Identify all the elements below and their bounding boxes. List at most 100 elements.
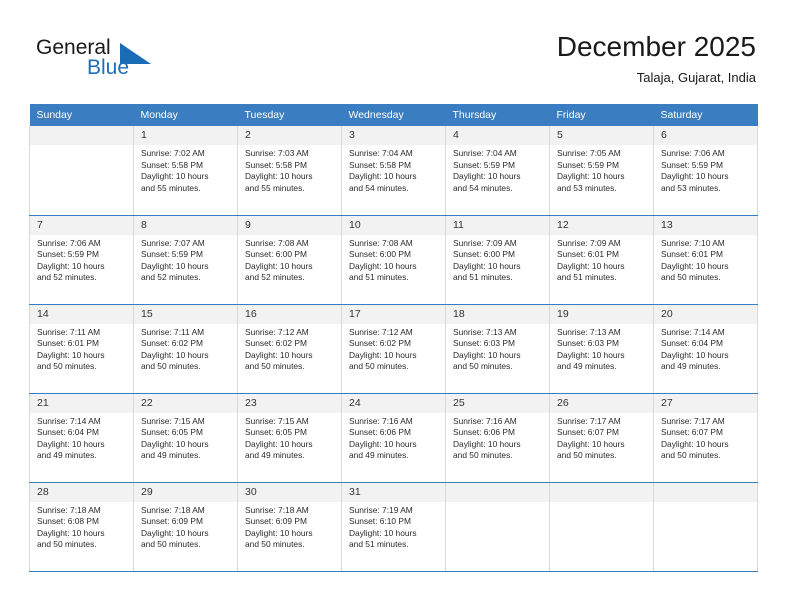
sunset-text: Sunset: 6:02 PM (141, 338, 203, 349)
day-details: Sunrise: 7:02 AM Sunset: 5:58 PM Daylight:… (134, 145, 237, 194)
calendar-day-cell[interactable]: 29 Sunrise: 7:18 AM Sunset: 6:09 PM Dayligh… (133, 482, 238, 572)
daylight-text: and 49 minutes. (37, 450, 97, 461)
calendar-day-cell[interactable]: 4 Sunrise: 7:04 AM Sunset: 5:59 PM Daylight… (445, 126, 550, 216)
calendar-day-cell[interactable]: 5 Sunrise: 7:05 AM Sunset: 5:59 PM Daylight… (549, 126, 654, 216)
calendar-day-cell[interactable]: 25 Sunrise: 7:16 AM Sunset: 6:06 PM Dayligh… (445, 393, 550, 483)
sunrise-text: Sunrise: 7:09 AM (557, 237, 621, 248)
calendar-day-cell[interactable]: 8 Sunrise: 7:07 AM Sunset: 5:59 PM Daylight… (133, 215, 238, 305)
sunset-text: Sunset: 6:00 PM (349, 249, 411, 260)
day-details: Sunrise: 7:08 AM Sunset: 6:00 PM Daylight:… (238, 235, 341, 284)
day-details: Sunrise: 7:14 AM Sunset: 6:04 PM Daylight:… (654, 324, 757, 373)
calendar-day-cell[interactable]: 27 Sunrise: 7:17 AM Sunset: 6:07 PM Dayligh… (653, 393, 758, 483)
daylight-text: Daylight: 10 hours (37, 527, 105, 538)
sunrise-text: Sunrise: 7:08 AM (245, 237, 309, 248)
calendar-week-row: 14 Sunrise: 7:11 AM Sunset: 6:01 PM Dayligh… (29, 304, 758, 394)
calendar-day-cell[interactable]: 30 Sunrise: 7:18 AM Sunset: 6:09 PM Dayligh… (237, 482, 342, 572)
day-number: 22 (134, 393, 237, 413)
calendar-day-cell[interactable]: 19 Sunrise: 7:13 AM Sunset: 6:03 PM Dayligh… (549, 304, 654, 394)
day-details: Sunrise: 7:12 AM Sunset: 6:02 PM Daylight:… (238, 324, 341, 373)
daylight-text: and 50 minutes. (141, 539, 201, 550)
sunrise-text: Sunrise: 7:08 AM (349, 237, 413, 248)
daylight-text: and 51 minutes. (557, 272, 617, 283)
calendar-day-cell-empty (29, 126, 134, 216)
calendar-day-cell[interactable]: 7 Sunrise: 7:06 AM Sunset: 5:59 PM Daylight… (29, 215, 134, 305)
calendar-day-cell[interactable]: 15 Sunrise: 7:11 AM Sunset: 6:02 PM Dayligh… (133, 304, 238, 394)
calendar-day-cell[interactable]: 9 Sunrise: 7:08 AM Sunset: 6:00 PM Daylight… (237, 215, 342, 305)
calendar-day-cell[interactable]: 3 Sunrise: 7:04 AM Sunset: 5:58 PM Daylight… (341, 126, 446, 216)
calendar-day-cell[interactable]: 1 Sunrise: 7:02 AM Sunset: 5:58 PM Daylight… (133, 126, 238, 216)
calendar-day-cell[interactable]: 28 Sunrise: 7:18 AM Sunset: 6:08 PM Dayligh… (29, 482, 134, 572)
daylight-text: Daylight: 10 hours (453, 171, 521, 182)
day-details: Sunrise: 7:04 AM Sunset: 5:59 PM Daylight:… (446, 145, 549, 194)
calendar-week-row: 28 Sunrise: 7:18 AM Sunset: 6:08 PM Dayligh… (29, 482, 758, 572)
sunset-text: Sunset: 6:07 PM (661, 427, 723, 438)
calendar-day-cell[interactable]: 23 Sunrise: 7:15 AM Sunset: 6:05 PM Dayligh… (237, 393, 342, 483)
sunset-text: Sunset: 6:06 PM (349, 427, 411, 438)
sunrise-text: Sunrise: 7:17 AM (557, 415, 621, 426)
daylight-text: and 50 minutes. (661, 450, 721, 461)
calendar-day-cell[interactable]: 31 Sunrise: 7:19 AM Sunset: 6:10 PM Dayligh… (341, 482, 446, 572)
sunset-text: Sunset: 5:59 PM (37, 249, 99, 260)
sunset-text: Sunset: 5:59 PM (661, 159, 723, 170)
daylight-text: and 50 minutes. (245, 539, 305, 550)
sunrise-text: Sunrise: 7:04 AM (453, 148, 517, 158)
day-details: Sunrise: 7:14 AM Sunset: 6:04 PM Daylight:… (30, 413, 133, 462)
calendar-day-cell[interactable]: 13 Sunrise: 7:10 AM Sunset: 6:01 PM Dayligh… (653, 215, 758, 305)
day-number: 31 (342, 482, 445, 502)
day-details: Sunrise: 7:15 AM Sunset: 6:05 PM Daylight:… (134, 413, 237, 462)
sunset-text: Sunset: 6:02 PM (349, 338, 411, 349)
sunrise-text: Sunrise: 7:16 AM (349, 415, 413, 426)
calendar-day-cell[interactable]: 21 Sunrise: 7:14 AM Sunset: 6:04 PM Dayligh… (29, 393, 134, 483)
calendar-day-cell[interactable]: 2 Sunrise: 7:03 AM Sunset: 5:58 PM Daylight… (237, 126, 342, 216)
sunset-text: Sunset: 5:59 PM (453, 159, 515, 170)
daylight-text: Daylight: 10 hours (661, 349, 729, 360)
calendar-day-cell[interactable]: 22 Sunrise: 7:15 AM Sunset: 6:05 PM Dayligh… (133, 393, 238, 483)
sunrise-text: Sunrise: 7:10 AM (661, 237, 725, 248)
daylight-text: Daylight: 10 hours (349, 527, 417, 538)
day-number: 26 (550, 393, 653, 413)
sunrise-text: Sunrise: 7:19 AM (349, 504, 413, 515)
general-blue-logo[interactable]: General Blue (36, 36, 156, 88)
sunrise-text: Sunrise: 7:09 AM (453, 237, 517, 248)
calendar-day-cell[interactable]: 24 Sunrise: 7:16 AM Sunset: 6:06 PM Dayligh… (341, 393, 446, 483)
calendar-day-cell[interactable]: 18 Sunrise: 7:13 AM Sunset: 6:03 PM Dayligh… (445, 304, 550, 394)
logo-text-blue: Blue (87, 56, 130, 79)
daylight-text: and 50 minutes. (141, 361, 201, 372)
day-number: 18 (446, 304, 549, 324)
calendar-day-cell[interactable]: 17 Sunrise: 7:12 AM Sunset: 6:02 PM Dayligh… (341, 304, 446, 394)
sunset-text: Sunset: 6:00 PM (453, 249, 515, 260)
calendar-day-cell[interactable]: 16 Sunrise: 7:12 AM Sunset: 6:02 PM Dayligh… (237, 304, 342, 394)
sunrise-text: Sunrise: 7:18 AM (141, 504, 205, 515)
day-details: Sunrise: 7:09 AM Sunset: 6:01 PM Daylight:… (550, 235, 653, 284)
calendar-week-row: 1 Sunrise: 7:02 AM Sunset: 5:58 PM Daylight… (29, 126, 758, 216)
sunset-text: Sunset: 6:09 PM (245, 516, 307, 527)
sunset-text: Sunset: 5:58 PM (245, 159, 307, 170)
day-details: Sunrise: 7:09 AM Sunset: 6:00 PM Daylight:… (446, 235, 549, 284)
sunset-text: Sunset: 5:58 PM (141, 159, 203, 170)
calendar-day-cell[interactable]: 6 Sunrise: 7:06 AM Sunset: 5:59 PM Daylight… (653, 126, 758, 216)
day-number: 20 (654, 304, 757, 324)
daylight-text: and 50 minutes. (349, 361, 409, 372)
day-number: 21 (30, 393, 133, 413)
day-details: Sunrise: 7:06 AM Sunset: 5:59 PM Daylight:… (654, 145, 757, 194)
page-subtitle: Talaja, Gujarat, India (636, 70, 756, 85)
sunset-text: Sunset: 5:58 PM (349, 159, 411, 170)
calendar-day-cell[interactable]: 11 Sunrise: 7:09 AM Sunset: 6:00 PM Dayligh… (445, 215, 550, 305)
calendar-day-cell[interactable]: 10 Sunrise: 7:08 AM Sunset: 6:00 PM Dayligh… (341, 215, 446, 305)
calendar-day-cell[interactable]: 20 Sunrise: 7:14 AM Sunset: 6:04 PM Dayligh… (653, 304, 758, 394)
day-number: 4 (446, 126, 549, 145)
sunset-text: Sunset: 6:01 PM (557, 249, 619, 260)
daylight-text: Daylight: 10 hours (349, 438, 417, 449)
sunrise-text: Sunrise: 7:05 AM (557, 148, 621, 158)
sunrise-text: Sunrise: 7:14 AM (37, 415, 101, 426)
calendar-day-cell[interactable]: 26 Sunrise: 7:17 AM Sunset: 6:07 PM Dayligh… (549, 393, 654, 483)
day-details: Sunrise: 7:18 AM Sunset: 6:09 PM Daylight:… (238, 502, 341, 551)
calendar-day-cell[interactable]: 12 Sunrise: 7:09 AM Sunset: 6:01 PM Dayligh… (549, 215, 654, 305)
day-number: 12 (550, 215, 653, 235)
daylight-text: and 50 minutes. (557, 450, 617, 461)
calendar-day-cell[interactable]: 14 Sunrise: 7:11 AM Sunset: 6:01 PM Dayligh… (29, 304, 134, 394)
sunset-text: Sunset: 6:09 PM (141, 516, 203, 527)
day-number (654, 482, 757, 502)
weekday-header-monday: Monday (133, 104, 238, 126)
sunrise-text: Sunrise: 7:16 AM (453, 415, 517, 426)
